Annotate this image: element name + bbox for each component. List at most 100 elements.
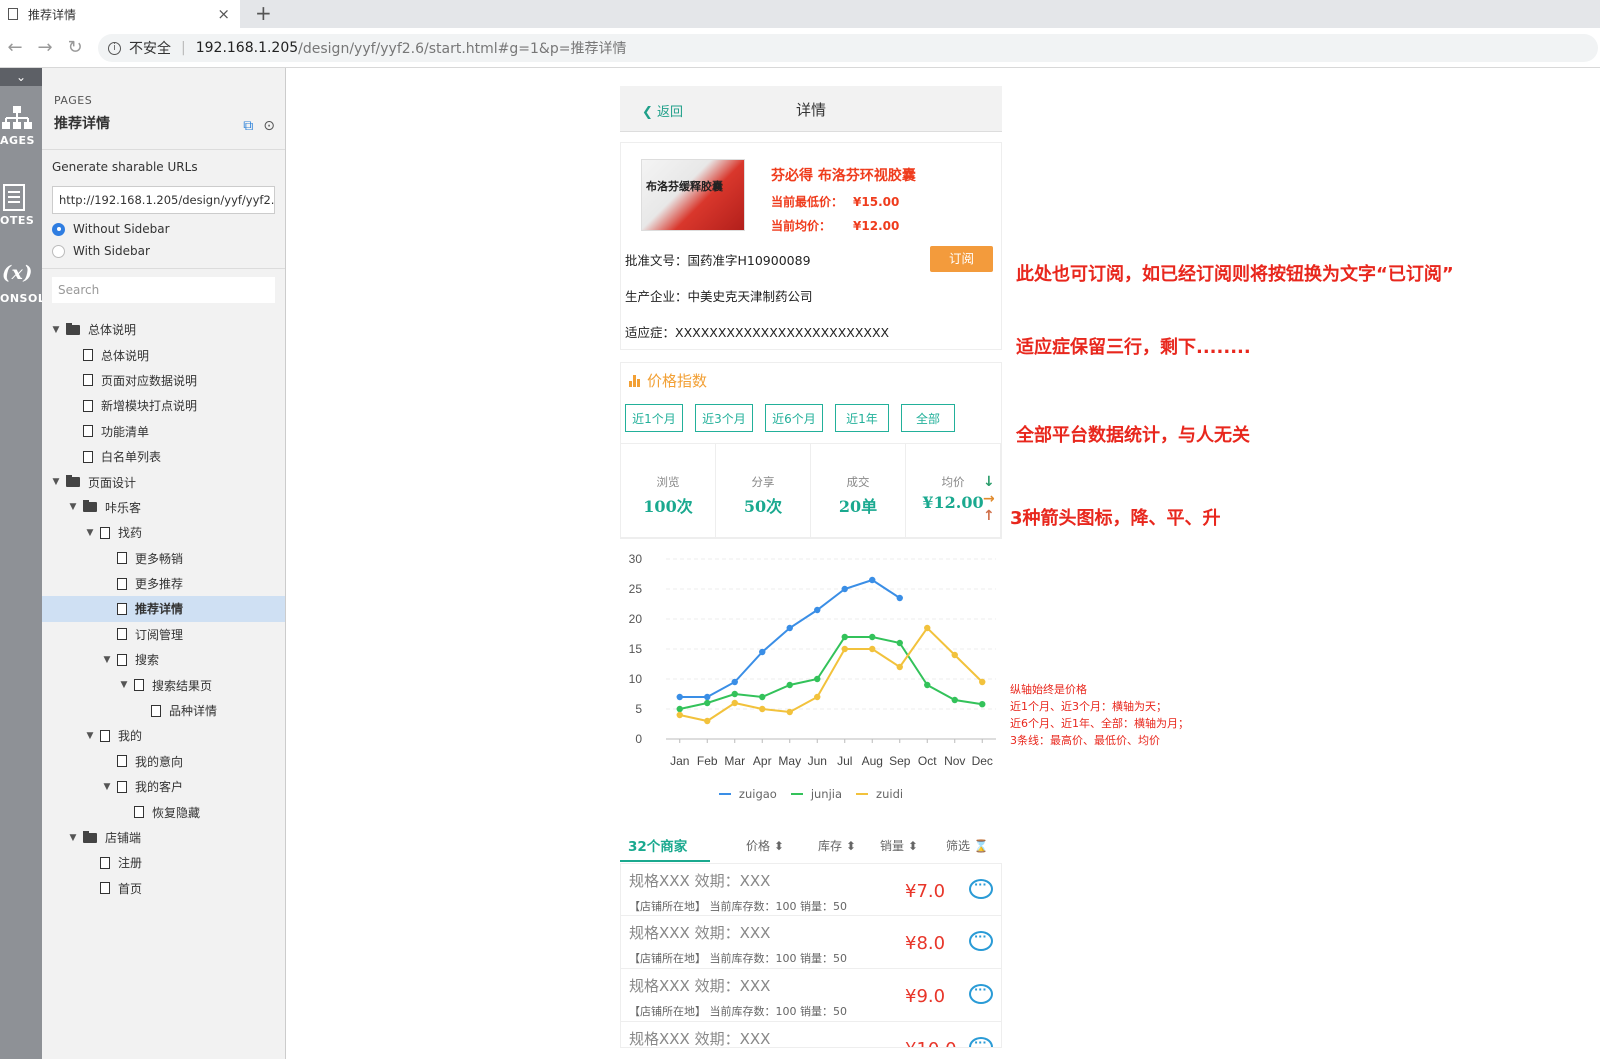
radio-label: With Sidebar [73,244,150,258]
stat-value: 20单 [838,497,878,516]
subscribe-button[interactable]: 订阅 [930,246,993,272]
search-input[interactable]: Search [52,277,275,303]
tab-all[interactable]: 全部 [901,404,955,432]
tree-item[interactable]: 更多推荐 [42,571,285,596]
forward-arrow-icon[interactable]: → [30,37,60,58]
rail-item-notes[interactable]: OTES [0,184,42,227]
legend-item[interactable]: zuigao [718,787,777,801]
filter-button[interactable]: 筛选 ⌛ [946,837,989,854]
list-item[interactable]: 规格XXX 效期：XXX 【店铺所在地】 当前库存数：100 销量：50 ¥8.0 [620,916,1002,969]
indication-row: 适应症：XXXXXXXXXXXXXXXXXXXXXXXXX [625,324,890,340]
data-point-junjia [786,681,793,689]
legend-item[interactable]: junjia [790,787,842,801]
tree-item[interactable]: 注册 [42,850,285,875]
radio-checked[interactable] [52,222,65,236]
y-tick-label: 5 [635,702,642,716]
chat-icon[interactable] [969,878,993,899]
caret-down-icon[interactable]: ▼ [50,325,62,335]
tree-item-label: 功能清单 [101,424,150,439]
map-pin-icon[interactable]: ⊙ [263,118,275,134]
rail-label-console: ONSOLE [0,292,42,305]
data-point-junjia [814,675,821,683]
panel-header: PAGES 推荐详情 ⧉ ⊙ [42,68,285,150]
data-point-zuigao [841,585,848,593]
list-item[interactable]: 规格XXX 效期：XXX ¥10.0 [620,1022,1002,1048]
arrow-up-icon: ↑ [983,508,995,524]
tree-item[interactable]: ▼ 搜索结果页 [42,672,285,697]
legend-item[interactable]: zuidi [856,787,903,801]
tree-item[interactable]: 页面对应数据说明 [42,368,285,393]
tree-item[interactable]: ▼ 咔乐客 [42,495,285,520]
list-item[interactable]: 规格XXX 效期：XXX 【店铺所在地】 当前库存数：100 销量：50 ¥7.0 [620,863,1002,916]
rail-item-console[interactable]: (x) ONSOLE [0,262,42,305]
tree-item[interactable]: 新增模块打点说明 [42,393,285,418]
reload-icon[interactable]: ↻ [60,37,90,58]
tree-item[interactable]: 白名单列表 [42,444,285,469]
security-label: 不安全 [129,41,171,57]
caret-down-icon[interactable]: ▼ [84,528,96,538]
tree-item[interactable]: 推荐详情 [42,596,285,622]
share-icon[interactable]: ⧉ [243,118,253,134]
stat-label: 成交 [846,475,870,489]
sort-sales-button[interactable]: 销量 ⬍ [880,837,918,854]
url-input[interactable]: i 不安全 | 192.168.1.205/design/yyf/yyf2.6/… [98,34,1598,62]
caret-down-icon[interactable]: ▼ [67,502,79,512]
browser-tab[interactable]: 推荐详情 × [0,0,240,28]
bar-chart-icon [629,374,641,387]
share-url-field[interactable]: http://192.168.1.205/design/yyf/yyf2. [52,186,275,214]
caret-down-icon[interactable]: ▼ [84,731,96,741]
tab-1-month[interactable]: 近1个月 [625,404,683,432]
product-image: 布洛芬缓释胶囊 [641,159,745,231]
page-icon [100,729,110,742]
chat-icon[interactable] [969,1036,993,1047]
chevron-down-icon[interactable]: ⌄ [0,68,42,86]
avg-price-label: 当前均价： [771,219,832,233]
tree-item[interactable]: ▼ 页面设计 [42,469,285,494]
page-title: 推荐详情 [54,116,110,132]
list-item[interactable]: 规格XXX 效期：XXX 【店铺所在地】 当前库存数：100 销量：50 ¥9.0 [620,969,1002,1022]
tree-item[interactable]: 品种详情 [42,698,285,723]
radio-with-sidebar[interactable]: With Sidebar [52,244,275,258]
page-icon [117,577,127,590]
chat-icon[interactable] [969,930,993,951]
data-point-zuigao [704,693,711,701]
tree-item[interactable]: ▼ 我的客户 [42,774,285,799]
tab-6-months[interactable]: 近6个月 [765,404,823,432]
rail-item-pages[interactable]: AGES [0,104,42,147]
tree-item[interactable]: 恢复隐藏 [42,799,285,824]
radio-unchecked[interactable] [52,244,65,258]
tree-item[interactable]: ▼ 我的 [42,723,285,748]
tab-3-months[interactable]: 近3个月 [695,404,753,432]
variable-icon: (x) [2,262,33,284]
tree-item[interactable]: 更多畅销 [42,546,285,571]
close-icon[interactable]: × [217,5,230,23]
caret-down-icon[interactable]: ▼ [101,782,113,792]
tree-item[interactable]: 我的意向 [42,749,285,774]
back-arrow-icon[interactable]: ← [0,37,30,58]
sort-stock-button[interactable]: 库存 ⬍ [818,837,856,854]
caret-down-icon[interactable]: ▼ [101,655,113,665]
tab-1-year[interactable]: 近1年 [835,404,889,432]
tree-item[interactable]: 首页 [42,876,285,901]
caret-down-icon[interactable]: ▼ [50,477,62,487]
tree-item[interactable]: ▼ 找药 [42,520,285,545]
chat-icon[interactable] [969,983,993,1004]
tree-item[interactable]: 总体说明 [42,342,285,367]
new-tab-icon[interactable]: + [255,1,272,25]
tree-item[interactable]: 订阅管理 [42,622,285,647]
tree-item[interactable]: ▼ 总体说明 [42,317,285,342]
folder-icon [83,830,97,843]
tree-item[interactable]: ▼ 店铺端 [42,825,285,850]
price-index-title: 价格指数 [647,372,708,390]
caret-down-icon[interactable]: ▼ [67,833,79,843]
caret-down-icon[interactable]: ▼ [118,680,130,690]
y-tick-label: 30 [629,552,643,566]
info-icon[interactable]: i [108,41,121,55]
sort-price-button[interactable]: 价格 ⬍ [746,837,784,854]
tree-item[interactable]: ▼ 搜索 [42,647,285,672]
data-point-zuidi [924,624,931,632]
tree-item[interactable]: 功能清单 [42,419,285,444]
merchant-count[interactable]: 32个商家 [628,835,687,855]
radio-without-sidebar[interactable]: Without Sidebar [52,222,275,236]
legend-label: zuigao [738,787,777,801]
